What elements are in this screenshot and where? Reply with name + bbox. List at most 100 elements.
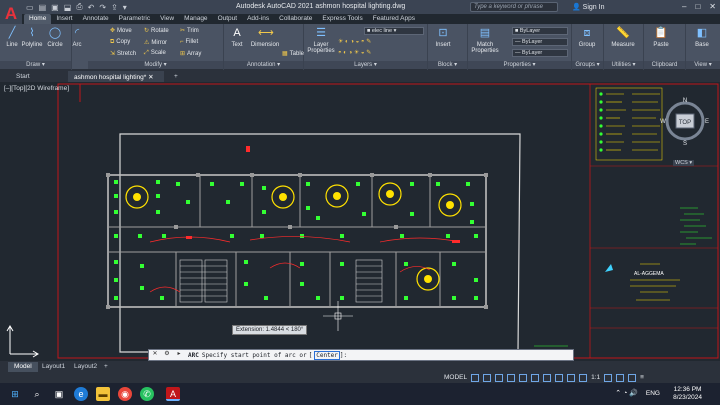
- layer-properties-tool[interactable]: ☰ Layer Properties: [306, 26, 336, 54]
- insert-tool[interactable]: ⊡ Insert: [432, 26, 454, 48]
- minimize-button[interactable]: –: [682, 2, 686, 11]
- file-tab-start[interactable]: Start: [10, 71, 36, 82]
- rotate-tool[interactable]: ↻ Rotate: [144, 27, 169, 34]
- model-space-button[interactable]: MODEL: [444, 374, 467, 381]
- circle-tool[interactable]: ◯ Circle: [44, 26, 66, 48]
- command-line[interactable]: ✕ ⚙ ▸ ARC Specify start point of arc or …: [148, 349, 574, 361]
- undo-icon[interactable]: ↶: [88, 3, 95, 12]
- transparency-toggle-icon[interactable]: [555, 373, 564, 382]
- share-icon[interactable]: ⇪: [111, 3, 118, 12]
- tab-featured-apps[interactable]: Featured Apps: [368, 14, 420, 24]
- paste-tool[interactable]: 📋 Paste: [650, 26, 672, 48]
- isolate-objects-icon[interactable]: [616, 373, 625, 382]
- polar-toggle-icon[interactable]: [507, 373, 516, 382]
- copy-tool[interactable]: ⧉ Copy: [110, 39, 130, 46]
- chrome-icon[interactable]: ◉: [118, 387, 132, 401]
- tab-annotate[interactable]: Annotate: [78, 14, 114, 24]
- base-tool[interactable]: ◧ Base: [691, 26, 713, 48]
- tab-view[interactable]: View: [155, 14, 179, 24]
- stretch-tool[interactable]: ⇲ Stretch: [110, 50, 136, 57]
- trim-tool[interactable]: ✂ Trim: [180, 27, 199, 34]
- maximize-button[interactable]: □: [695, 2, 700, 11]
- system-tray-icons[interactable]: ⌃ ◔ 🔊: [615, 389, 638, 397]
- layers-panel-label[interactable]: Layers ▾: [304, 61, 427, 69]
- scale-tool[interactable]: ⤢ Scale: [144, 50, 166, 57]
- viewport-controls-label[interactable]: [–][Top][2D Wireframe]: [4, 85, 69, 92]
- tab-layout1[interactable]: Layout1: [36, 362, 71, 372]
- add-layout-button[interactable]: +: [98, 362, 114, 372]
- annotation-panel-label[interactable]: Annotation ▾: [224, 61, 303, 69]
- file-tab-current[interactable]: ashmon hospital lighting* ✕: [68, 71, 164, 82]
- workspace-switch-icon[interactable]: [604, 373, 613, 382]
- system-clock[interactable]: 12:36 PM 8/23/2024: [673, 386, 702, 402]
- search-input[interactable]: Type a keyword or phrase: [470, 2, 558, 12]
- new-tab-button[interactable]: +: [168, 71, 184, 82]
- sign-in-button[interactable]: 👤 Sign In: [572, 3, 604, 11]
- tab-express-tools[interactable]: Express Tools: [317, 14, 367, 24]
- properties-panel-label[interactable]: Properties ▾: [468, 61, 571, 69]
- new-icon[interactable]: ▭: [26, 3, 34, 12]
- line-tool[interactable]: ╱ Line: [1, 26, 23, 48]
- annotation-visibility-icon[interactable]: [579, 373, 588, 382]
- snap-toggle-icon[interactable]: [483, 373, 492, 382]
- clipboard-panel-label[interactable]: Clipboard: [644, 61, 685, 69]
- otrack-toggle-icon[interactable]: [531, 373, 540, 382]
- tab-output[interactable]: Output: [213, 14, 243, 24]
- ortho-toggle-icon[interactable]: [495, 373, 504, 382]
- close-tab-icon[interactable]: ✕: [148, 74, 153, 81]
- customize-status-icon[interactable]: ≡: [640, 374, 644, 381]
- task-view-icon[interactable]: ▣: [52, 387, 66, 401]
- grid-toggle-icon[interactable]: [471, 373, 480, 382]
- groups-panel-label[interactable]: Groups ▾: [572, 61, 603, 69]
- mirror-tool[interactable]: ⚠ Mirror: [144, 39, 167, 46]
- drawing-viewport[interactable]: AL-AGGEMA [–][Top][2D Wireframe] TOP N S…: [0, 82, 720, 360]
- layer-dropdown[interactable]: ■ elec line ▾: [364, 27, 424, 35]
- measure-tool[interactable]: 📏 Measure: [608, 26, 638, 48]
- array-tool[interactable]: ⊞ Array: [180, 50, 201, 57]
- lineweight-toggle-icon[interactable]: [543, 373, 552, 382]
- autocad-logo[interactable]: A: [0, 0, 22, 26]
- polyline-tool[interactable]: ⌇ Polyline: [21, 26, 43, 48]
- annotation-scale[interactable]: 1:1: [591, 374, 600, 381]
- recent-commands-icon[interactable]: ▸: [173, 350, 185, 360]
- tab-home[interactable]: Home: [24, 14, 52, 24]
- plot-icon[interactable]: ⎙: [76, 2, 82, 12]
- autocad-taskbar-icon[interactable]: A: [166, 387, 180, 401]
- selection-cycling-icon[interactable]: [567, 373, 576, 382]
- close-command-line-icon[interactable]: ✕: [149, 350, 161, 360]
- color-dropdown[interactable]: ■ ByLayer: [512, 27, 568, 35]
- command-option-center[interactable]: Center: [314, 350, 340, 360]
- group-tool[interactable]: ⧈ Group: [576, 26, 598, 48]
- move-tool[interactable]: ✥ Move: [110, 27, 132, 34]
- close-button[interactable]: ✕: [709, 2, 716, 11]
- clean-screen-icon[interactable]: [628, 373, 637, 382]
- qat-dropdown-icon[interactable]: ▾: [123, 3, 127, 12]
- tab-manage[interactable]: Manage: [179, 14, 213, 24]
- search-icon[interactable]: ⌕: [30, 387, 44, 401]
- linetype-dropdown[interactable]: — ByLayer: [512, 38, 568, 46]
- dimension-tool[interactable]: ⟷ Dimension: [250, 26, 280, 48]
- layer-tool-icons-row-2[interactable]: ◓ ◐ ◑ ☀ ◒ ✎: [338, 49, 371, 56]
- tab-insert[interactable]: Insert: [51, 14, 77, 24]
- customize-command-line-icon[interactable]: ⚙: [161, 350, 173, 360]
- modify-panel-label[interactable]: Modify ▾: [88, 61, 223, 69]
- osnap-toggle-icon[interactable]: [519, 373, 528, 382]
- layer-tool-icons-row-1[interactable]: ☀ ◐ ◑ ◒ ◓ ✎: [338, 38, 371, 45]
- lineweight-dropdown[interactable]: — ByLayer: [512, 49, 568, 57]
- draw-panel-label[interactable]: Draw ▾: [0, 61, 71, 69]
- drawing-canvas[interactable]: AL-AGGEMA: [0, 82, 720, 360]
- file-explorer-icon[interactable]: ▬: [96, 387, 110, 401]
- match-properties-tool[interactable]: ▤ Match Properties: [470, 26, 500, 54]
- fillet-tool[interactable]: ⌐ Fillet: [180, 39, 198, 45]
- view-panel-label[interactable]: View ▾: [686, 61, 720, 69]
- table-tool[interactable]: ▦ Table: [282, 50, 304, 57]
- tab-model[interactable]: Model: [8, 362, 38, 372]
- windows-start-icon[interactable]: ⊞: [8, 387, 22, 401]
- utilities-panel-label[interactable]: Utilities ▾: [604, 61, 643, 69]
- tab-collaborate[interactable]: Collaborate: [274, 14, 317, 24]
- language-indicator[interactable]: ENG: [646, 390, 660, 397]
- save-as-icon[interactable]: ⬓: [64, 3, 72, 12]
- arc-tool[interactable]: ◜ Arc: [66, 26, 88, 48]
- block-panel-label[interactable]: Block ▾: [428, 61, 467, 69]
- tab-add-ins[interactable]: Add-ins: [242, 14, 274, 24]
